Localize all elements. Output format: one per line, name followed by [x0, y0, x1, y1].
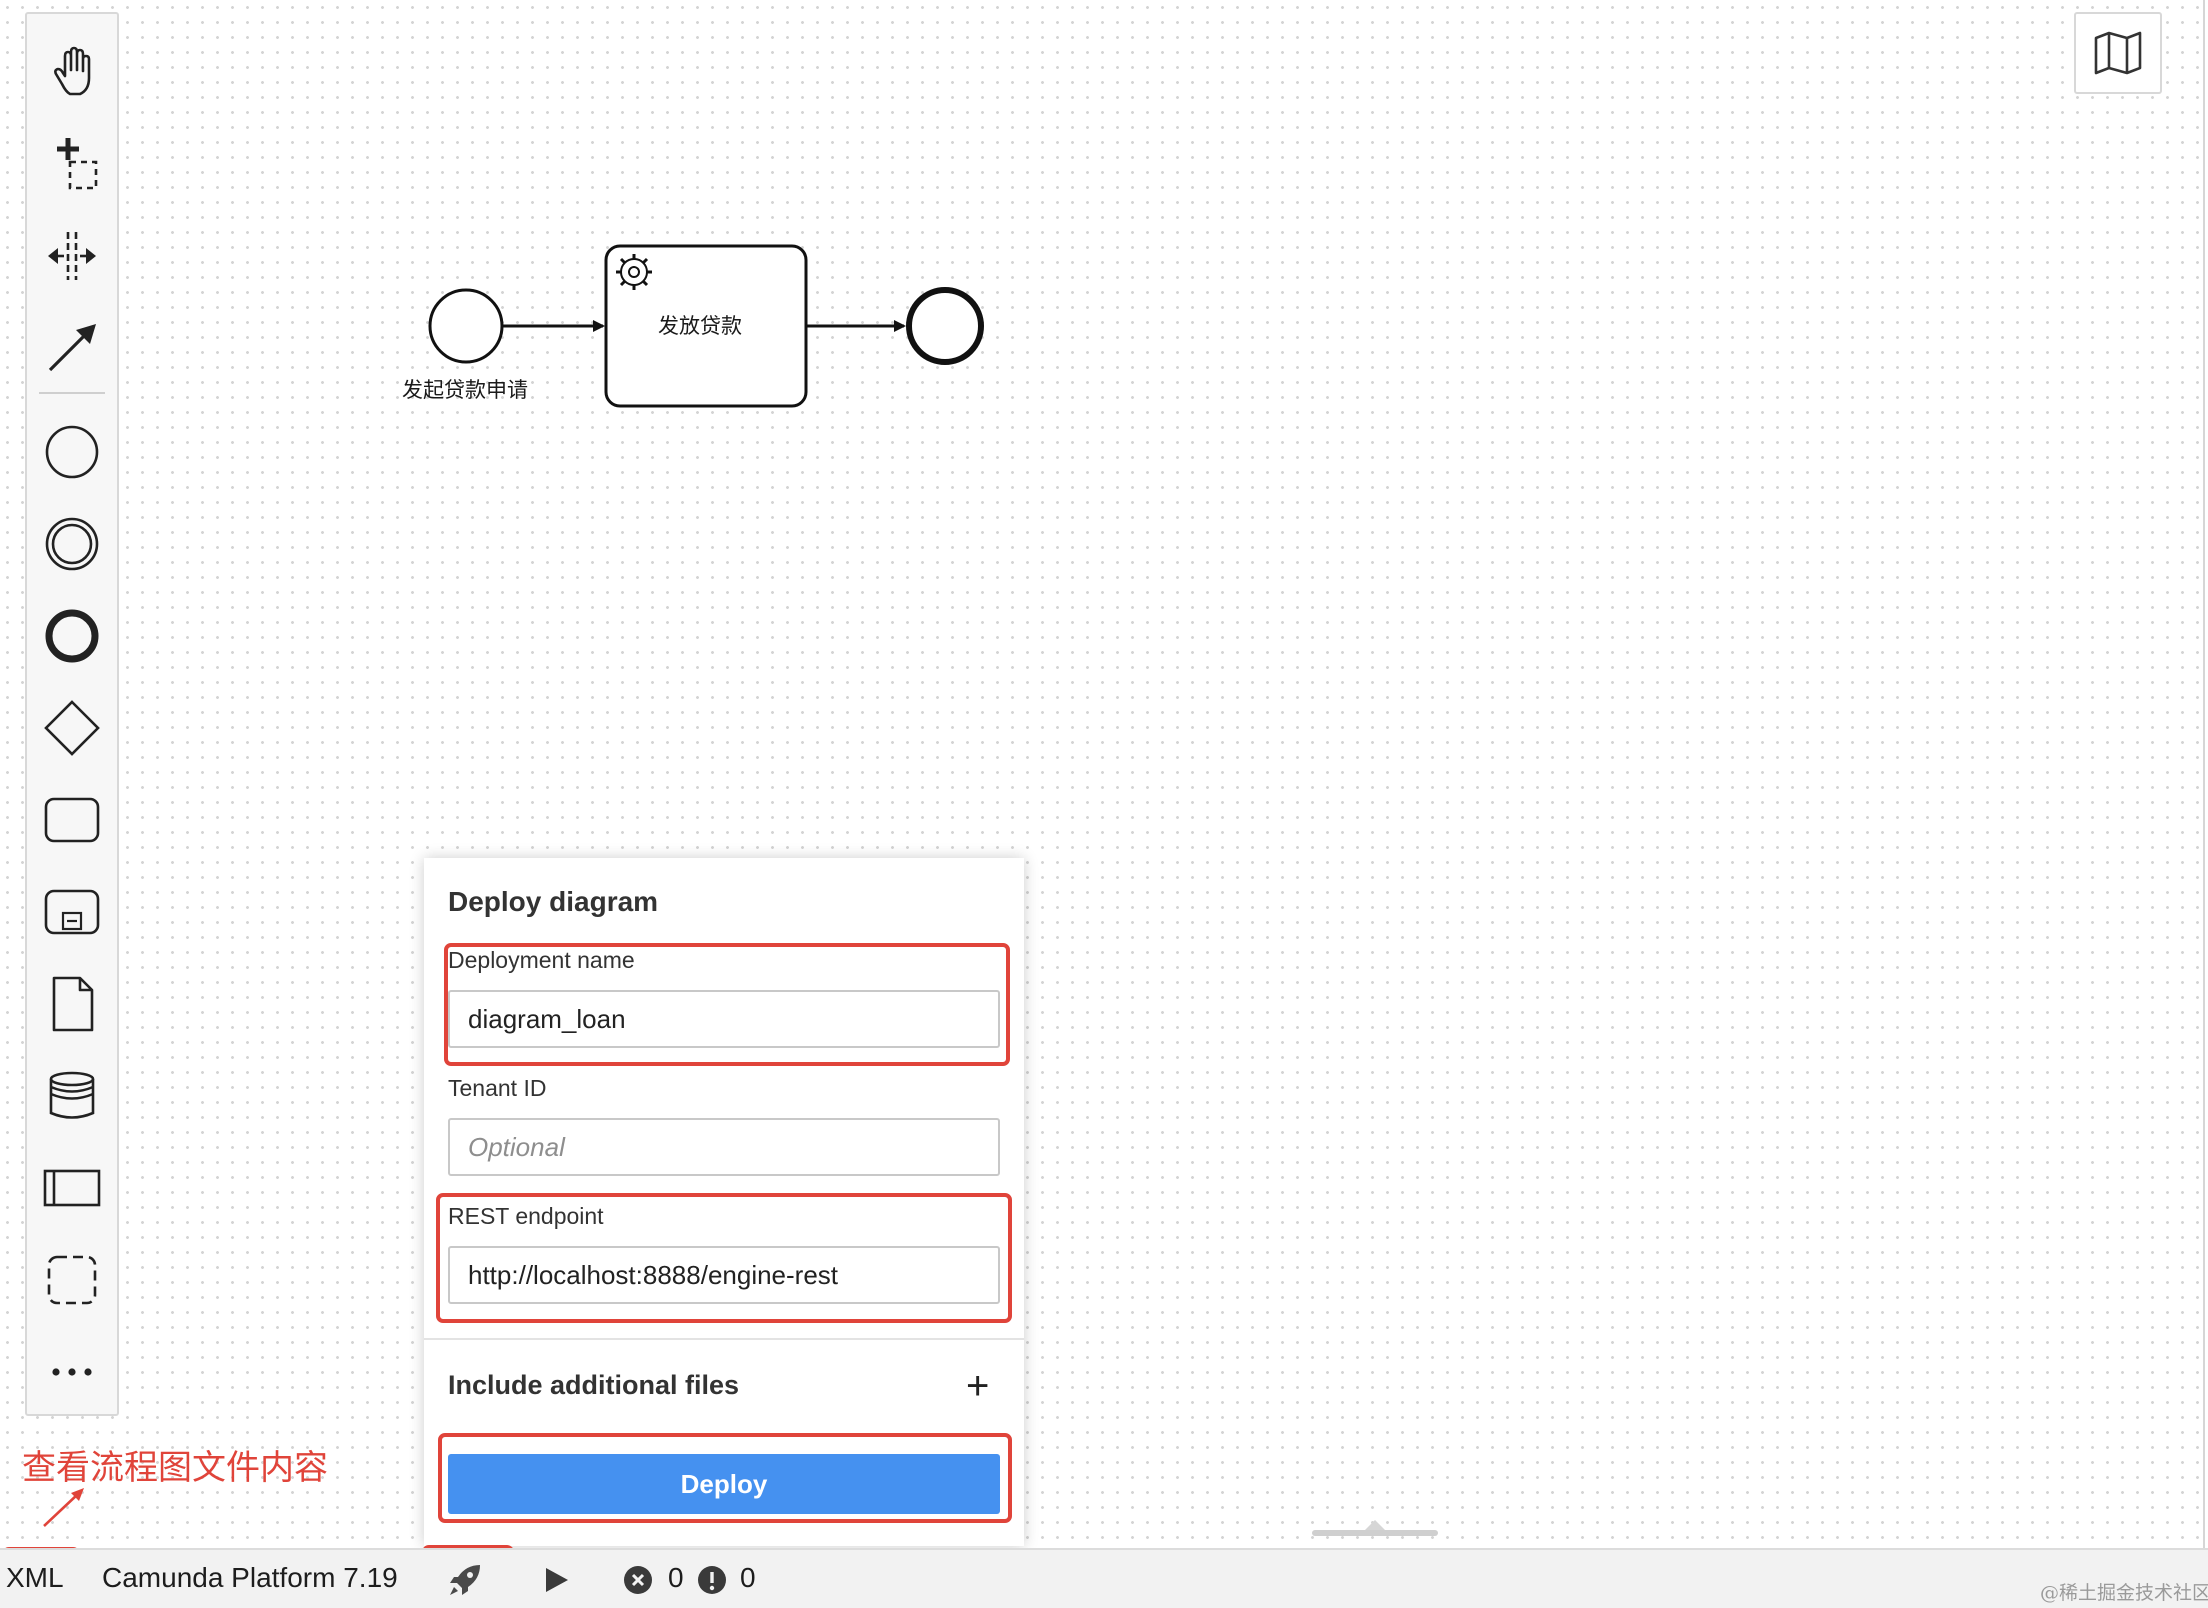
service-task-label: 发放贷款	[658, 314, 742, 338]
add-files-button[interactable]: +	[966, 1366, 989, 1406]
popup-divider	[424, 1338, 1024, 1340]
warning-indicator[interactable]	[696, 1564, 728, 1596]
deployment-name-input[interactable]	[448, 990, 1000, 1048]
warning-icon	[698, 1566, 726, 1594]
error-indicator[interactable]	[622, 1564, 654, 1596]
rocket-icon	[450, 1565, 480, 1595]
start-event-label: 发起贷款申请	[402, 378, 528, 402]
gear-icon	[616, 254, 652, 290]
deployment-name-label: Deployment name	[448, 947, 635, 973]
xml-tab[interactable]: XML	[6, 1562, 64, 1594]
rest-endpoint-input[interactable]	[448, 1246, 1000, 1304]
warning-count: 0	[740, 1562, 756, 1593]
end-event[interactable]	[906, 287, 984, 365]
deploy-button[interactable]: Deploy	[448, 1454, 1000, 1514]
panel-resize-handle[interactable]	[1312, 1530, 1438, 1536]
annotation-arrow-icon	[43, 1488, 84, 1527]
popup-title: Deploy diagram	[448, 886, 659, 917]
bpmn-canvas: 发起贷款申请 发放贷款	[0, 0, 2208, 1548]
platform-version[interactable]: Camunda Platform 7.19	[102, 1562, 398, 1594]
error-count: 0	[668, 1562, 684, 1593]
annotation-text: 查看流程图文件内容	[22, 1448, 328, 1488]
watermark: @稀土掘金技术社区	[2040, 1582, 2208, 1604]
status-bar: XML Camunda Platform 7.19 0 0	[0, 1548, 2208, 1608]
tenant-id-input[interactable]	[448, 1118, 1000, 1176]
deploy-diagram-popup: Deploy diagram Deployment name Tenant ID…	[424, 858, 1024, 1546]
start-event[interactable]	[428, 288, 504, 364]
play-icon	[546, 1568, 568, 1592]
start-instance-button[interactable]	[538, 1562, 574, 1598]
tenant-id-label: Tenant ID	[448, 1075, 547, 1101]
rest-endpoint-label: REST endpoint	[448, 1203, 604, 1229]
error-icon	[624, 1566, 652, 1594]
include-files-label: Include additional files	[448, 1370, 740, 1400]
deploy-rocket-button[interactable]	[440, 1560, 490, 1600]
